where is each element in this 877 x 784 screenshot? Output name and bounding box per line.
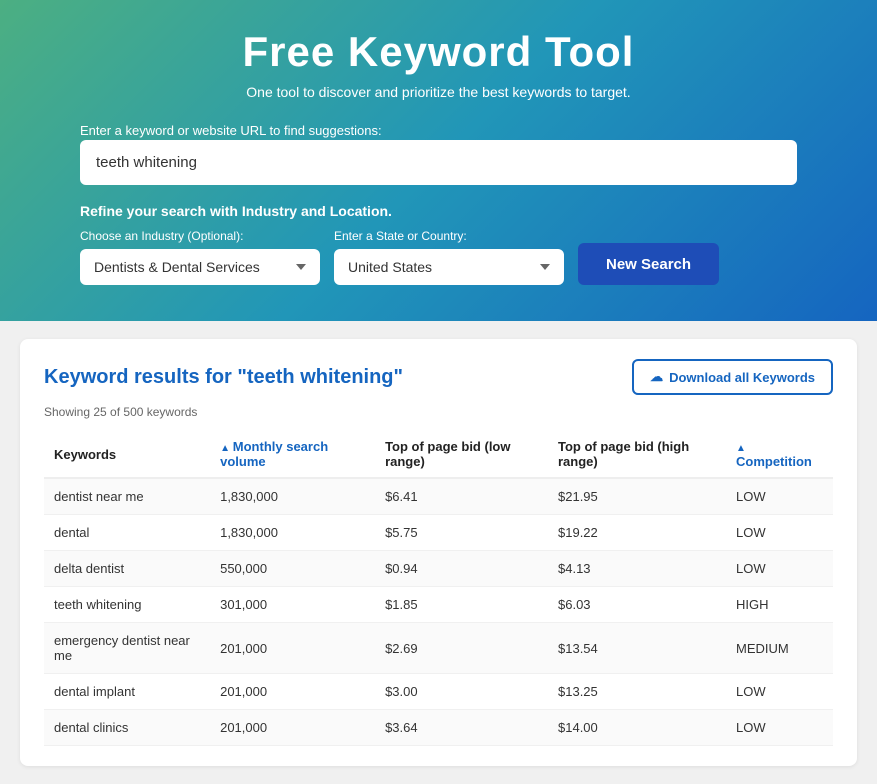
cell-competition: LOW xyxy=(726,710,833,746)
results-header: Keyword results for "teeth whitening" ☁ … xyxy=(44,359,833,395)
col-keywords: Keywords xyxy=(44,431,210,478)
cell-bid-high: $4.13 xyxy=(548,551,726,587)
cell-volume: 201,000 xyxy=(210,623,375,674)
cell-volume: 550,000 xyxy=(210,551,375,587)
cell-volume: 201,000 xyxy=(210,674,375,710)
cell-competition: LOW xyxy=(726,551,833,587)
cell-volume: 1,830,000 xyxy=(210,478,375,515)
col-competition[interactable]: Competition xyxy=(726,431,833,478)
state-label: Enter a State or Country: xyxy=(334,229,564,243)
industry-label: Choose an Industry (Optional): xyxy=(80,229,320,243)
cell-bid-low: $3.00 xyxy=(375,674,548,710)
table-row: dentist near me 1,830,000 $6.41 $21.95 L… xyxy=(44,478,833,515)
cell-keyword: teeth whitening xyxy=(44,587,210,623)
table-row: emergency dentist near me 201,000 $2.69 … xyxy=(44,623,833,674)
table-row: dental implant 201,000 $3.00 $13.25 LOW xyxy=(44,674,833,710)
cell-keyword: emergency dentist near me xyxy=(44,623,210,674)
download-icon: ☁ xyxy=(650,369,663,385)
cell-competition: HIGH xyxy=(726,587,833,623)
cell-bid-low: $6.41 xyxy=(375,478,548,515)
cell-bid-low: $2.69 xyxy=(375,623,548,674)
cell-bid-high: $13.25 xyxy=(548,674,726,710)
col-bid-high: Top of page bid (high range) xyxy=(548,431,726,478)
cell-bid-high: $6.03 xyxy=(548,587,726,623)
cell-bid-low: $1.85 xyxy=(375,587,548,623)
cell-keyword: dental xyxy=(44,515,210,551)
cell-competition: LOW xyxy=(726,478,833,515)
cell-keyword: dental implant xyxy=(44,674,210,710)
refine-label: Refine your search with Industry and Loc… xyxy=(80,203,797,219)
download-label: Download all Keywords xyxy=(669,370,815,385)
results-section: Keyword results for "teeth whitening" ☁ … xyxy=(20,339,857,766)
cell-bid-high: $21.95 xyxy=(548,478,726,515)
new-search-button[interactable]: New Search xyxy=(578,243,719,285)
industry-filter-group: Choose an Industry (Optional): Dentists … xyxy=(80,229,320,285)
cell-bid-low: $0.94 xyxy=(375,551,548,587)
keyword-input[interactable] xyxy=(80,140,797,185)
state-select[interactable]: United States xyxy=(334,249,564,285)
col-bid-low: Top of page bid (low range) xyxy=(375,431,548,478)
table-row: dental clinics 201,000 $3.64 $14.00 LOW xyxy=(44,710,833,746)
keyword-input-group: Enter a keyword or website URL to find s… xyxy=(80,122,797,185)
keyword-table: Keywords Monthly search volume Top of pa… xyxy=(44,431,833,746)
cell-bid-high: $14.00 xyxy=(548,710,726,746)
table-header-row: Keywords Monthly search volume Top of pa… xyxy=(44,431,833,478)
industry-select[interactable]: Dentists & Dental Services xyxy=(80,249,320,285)
cell-competition: MEDIUM xyxy=(726,623,833,674)
cell-competition: LOW xyxy=(726,674,833,710)
hero-subtitle: One tool to discover and prioritize the … xyxy=(80,84,797,100)
state-filter-group: Enter a State or Country: United States xyxy=(334,229,564,285)
col-volume[interactable]: Monthly search volume xyxy=(210,431,375,478)
cell-keyword: dentist near me xyxy=(44,478,210,515)
cell-bid-low: $3.64 xyxy=(375,710,548,746)
cell-competition: LOW xyxy=(726,515,833,551)
cell-bid-high: $19.22 xyxy=(548,515,726,551)
table-row: teeth whitening 301,000 $1.85 $6.03 HIGH xyxy=(44,587,833,623)
cell-keyword: delta dentist xyxy=(44,551,210,587)
showing-text: Showing 25 of 500 keywords xyxy=(44,405,833,419)
cell-volume: 1,830,000 xyxy=(210,515,375,551)
cell-keyword: dental clinics xyxy=(44,710,210,746)
cell-bid-low: $5.75 xyxy=(375,515,548,551)
cell-volume: 301,000 xyxy=(210,587,375,623)
hero-section: Free Keyword Tool One tool to discover a… xyxy=(0,0,877,321)
table-row: delta dentist 550,000 $0.94 $4.13 LOW xyxy=(44,551,833,587)
table-row: dental 1,830,000 $5.75 $19.22 LOW xyxy=(44,515,833,551)
cell-volume: 201,000 xyxy=(210,710,375,746)
filters-row: Choose an Industry (Optional): Dentists … xyxy=(80,229,797,285)
download-button[interactable]: ☁ Download all Keywords xyxy=(632,359,833,395)
page-title: Free Keyword Tool xyxy=(80,28,797,76)
keyword-input-label: Enter a keyword or website URL to find s… xyxy=(80,123,382,138)
cell-bid-high: $13.54 xyxy=(548,623,726,674)
results-title: Keyword results for "teeth whitening" xyxy=(44,366,403,389)
